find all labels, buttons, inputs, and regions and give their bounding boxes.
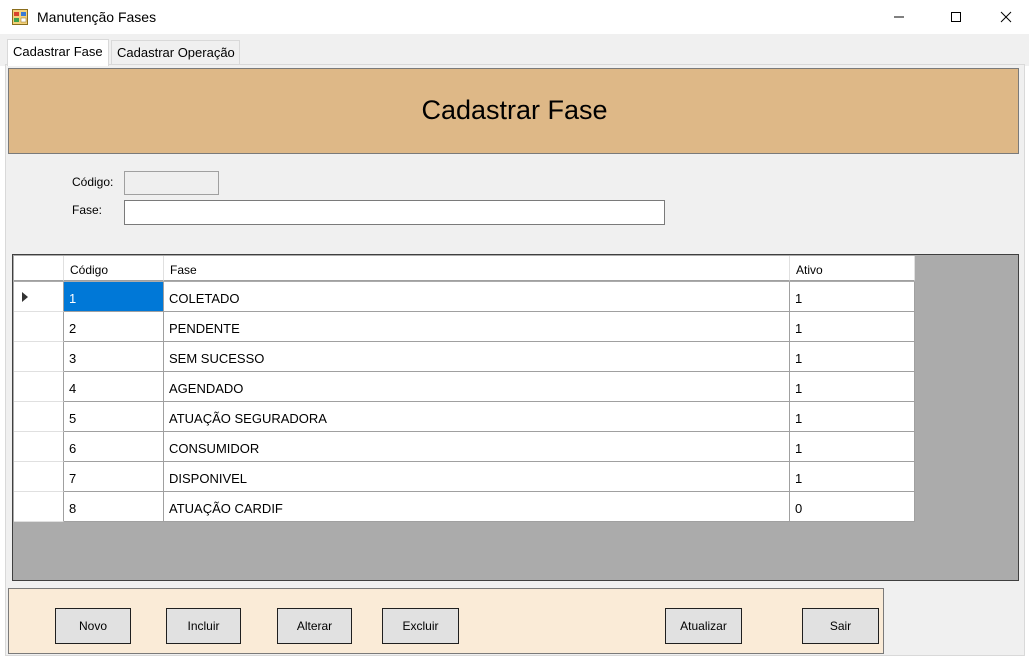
row-header[interactable] (14, 312, 64, 342)
column-header-ativo[interactable]: Ativo (790, 256, 915, 281)
fase-label: Fase: (72, 203, 103, 217)
sair-button[interactable]: Sair (802, 608, 879, 644)
table-row[interactable]: 6 CONSUMIDOR 1 (14, 432, 915, 462)
cell-codigo[interactable]: 1 (64, 282, 164, 312)
row-header[interactable] (14, 372, 64, 402)
grid-row-header-corner[interactable] (14, 256, 64, 281)
row-header[interactable] (14, 462, 64, 492)
cell-ativo[interactable]: 1 (790, 462, 915, 492)
cell-codigo[interactable]: 6 (64, 432, 164, 462)
row-header[interactable] (14, 402, 64, 432)
cell-ativo[interactable]: 1 (790, 342, 915, 372)
column-header-fase[interactable]: Fase (164, 256, 790, 281)
cell-codigo[interactable]: 8 (64, 492, 164, 522)
cell-ativo[interactable]: 1 (790, 312, 915, 342)
table-row[interactable]: 8 ATUAÇÃO CARDIF 0 (14, 492, 915, 522)
maximize-button[interactable] (933, 0, 979, 34)
forms-app-icon (12, 9, 28, 25)
cell-fase[interactable]: ATUAÇÃO SEGURADORA (164, 402, 790, 432)
cell-fase[interactable]: CONSUMIDOR (164, 432, 790, 462)
current-row-arrow-icon (22, 292, 28, 302)
minimize-icon (894, 16, 904, 18)
column-header-codigo[interactable]: Código (64, 256, 164, 281)
codigo-label: Código: (72, 175, 114, 189)
cell-fase[interactable]: PENDENTE (164, 312, 790, 342)
table-row[interactable]: 7 DISPONIVEL 1 (14, 462, 915, 492)
button-bar: Novo Incluir Alterar Excluir Atualizar S… (8, 588, 884, 654)
row-header[interactable] (14, 282, 64, 312)
table-row[interactable]: 1 COLETADO 1 (14, 282, 915, 312)
atualizar-button[interactable]: Atualizar (665, 608, 742, 644)
fases-grid[interactable]: Código Fase Ativo 1 COLETADO 1 2 PENDENT… (12, 254, 1019, 581)
table-row[interactable]: 2 PENDENTE 1 (14, 312, 915, 342)
row-header[interactable] (14, 492, 64, 522)
minimize-button[interactable] (876, 0, 922, 34)
cell-ativo[interactable]: 0 (790, 492, 915, 522)
fase-field[interactable] (124, 200, 665, 225)
window-title: Manutenção Fases (37, 9, 157, 25)
cell-fase[interactable]: SEM SUCESSO (164, 342, 790, 372)
cell-fase[interactable]: ATUAÇÃO CARDIF (164, 492, 790, 522)
cell-codigo[interactable]: 7 (64, 462, 164, 492)
cell-ativo[interactable]: 1 (790, 432, 915, 462)
cell-fase[interactable]: COLETADO (164, 282, 790, 312)
row-header[interactable] (14, 342, 64, 372)
cell-codigo[interactable]: 2 (64, 312, 164, 342)
page-title: Cadastrar Fase (421, 95, 608, 125)
alterar-button[interactable]: Alterar (277, 608, 352, 644)
tab-cadastrar-fase[interactable]: Cadastrar Fase (7, 39, 109, 66)
codigo-field[interactable] (124, 171, 219, 195)
cell-codigo[interactable]: 4 (64, 372, 164, 402)
cell-ativo[interactable]: 1 (790, 282, 915, 312)
row-header[interactable] (14, 432, 64, 462)
cell-fase[interactable]: DISPONIVEL (164, 462, 790, 492)
close-button[interactable] (983, 0, 1029, 34)
tab-cadastrar-operacao[interactable]: Cadastrar Operação (111, 40, 240, 64)
cell-fase[interactable]: AGENDADO (164, 372, 790, 402)
maximize-icon (951, 12, 961, 22)
cell-ativo[interactable]: 1 (790, 402, 915, 432)
incluir-button[interactable]: Incluir (166, 608, 241, 644)
cell-ativo[interactable]: 1 (790, 372, 915, 402)
table-row[interactable]: 4 AGENDADO 1 (14, 372, 915, 402)
table-row[interactable]: 3 SEM SUCESSO 1 (14, 342, 915, 372)
excluir-button[interactable]: Excluir (382, 608, 459, 644)
cell-codigo[interactable]: 5 (64, 402, 164, 432)
close-icon (1000, 11, 1012, 23)
table-row[interactable]: 5 ATUAÇÃO SEGURADORA 1 (14, 402, 915, 432)
header-banner: Cadastrar Fase (8, 68, 1019, 154)
novo-button[interactable]: Novo (55, 608, 131, 644)
cell-codigo[interactable]: 3 (64, 342, 164, 372)
